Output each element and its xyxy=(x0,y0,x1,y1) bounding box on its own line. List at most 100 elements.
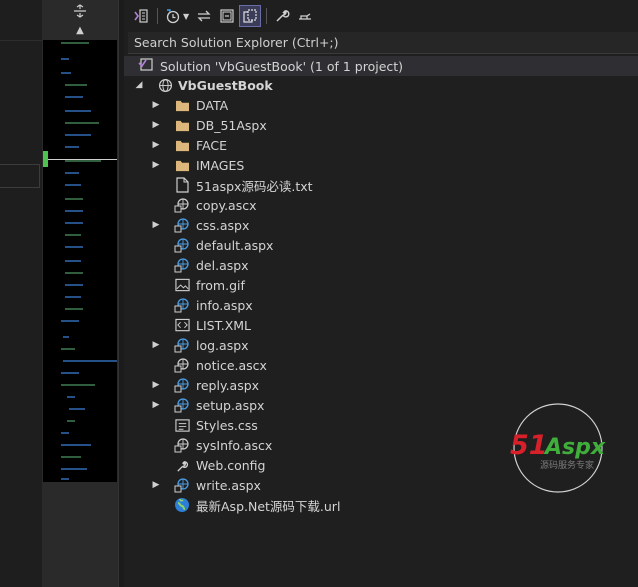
tree-item[interactable]: from.gif xyxy=(124,275,638,295)
history-clock-icon[interactable] xyxy=(162,5,184,27)
minimap-code-line xyxy=(69,408,85,410)
tree-item-label: write.aspx xyxy=(196,477,261,493)
minimap-code-line xyxy=(61,468,87,470)
code-editor-area[interactable] xyxy=(0,0,42,587)
solution-label: Solution 'VbGuestBook' (1 of 1 project) xyxy=(160,58,404,74)
solution-explorer-toolbar: ▼ xyxy=(124,0,638,32)
config-file-icon xyxy=(174,457,190,473)
minimap-code-line xyxy=(65,96,83,98)
solution-icon xyxy=(138,56,154,76)
minimap-code-line xyxy=(65,134,91,136)
tree-item-label: DATA xyxy=(196,97,229,113)
tree-item[interactable]: ▶ IMAGES xyxy=(124,155,638,175)
minimap-code-line xyxy=(65,184,81,186)
tree-item[interactable]: LIST.XML xyxy=(124,315,638,335)
project-node[interactable]: ◢ VbGuestBook xyxy=(124,75,638,95)
collapsed-chevron-icon[interactable]: ▶ xyxy=(151,135,161,155)
solution-node[interactable]: Solution 'VbGuestBook' (1 of 1 project) xyxy=(124,56,638,76)
minimap-code-line xyxy=(65,234,81,236)
minimap-code-line xyxy=(63,360,117,362)
expanded-chevron-icon[interactable]: ◢ xyxy=(134,75,144,95)
user-control-icon xyxy=(174,357,190,373)
search-box[interactable] xyxy=(128,32,638,54)
editor-field-outline xyxy=(0,164,40,188)
web-form-icon xyxy=(174,477,190,493)
tree-item[interactable]: 51aspx源码必读.txt xyxy=(124,175,638,195)
preview-pin-icon[interactable] xyxy=(294,5,316,27)
tree-item-label: Styles.css xyxy=(196,417,258,433)
folder-icon xyxy=(174,157,190,173)
minimap-code-line xyxy=(65,172,79,174)
tree-item-label: 51aspx源码必读.txt xyxy=(196,178,313,194)
svg-text:源码服务专家: 源码服务专家 xyxy=(540,459,594,471)
collapsed-chevron-icon[interactable]: ▶ xyxy=(151,475,161,495)
tree-item-label: LIST.XML xyxy=(196,317,252,333)
split-window-handle-icon[interactable] xyxy=(42,0,118,22)
tree-item[interactable]: del.aspx xyxy=(124,255,638,275)
collapsed-chevron-icon[interactable]: ▶ xyxy=(151,115,161,135)
tree-item-label: setup.aspx xyxy=(196,397,265,413)
collapsed-chevron-icon[interactable]: ▶ xyxy=(151,215,161,235)
tree-item-label: sysInfo.ascx xyxy=(196,437,273,453)
scroll-up-arrow-icon[interactable]: ▲ xyxy=(42,24,118,38)
collapsed-chevron-icon[interactable]: ▶ xyxy=(151,155,161,175)
folder-icon xyxy=(174,137,190,153)
tree-item-label: from.gif xyxy=(196,277,245,293)
minimap-code-line xyxy=(61,432,69,434)
collapsed-chevron-icon[interactable]: ▶ xyxy=(151,395,161,415)
minimap-code-line xyxy=(61,456,81,458)
show-all-files-icon[interactable] xyxy=(239,5,262,27)
properties-wrench-icon[interactable] xyxy=(271,5,293,27)
vs-switch-views-icon[interactable] xyxy=(130,5,152,27)
tree-item-label: css.aspx xyxy=(196,217,250,233)
minimap-code-line xyxy=(61,348,75,350)
minimap-code-line xyxy=(65,210,83,212)
web-form-icon xyxy=(174,297,190,313)
tree-item[interactable]: ▶ DB_51Aspx xyxy=(124,115,638,135)
minimap-code-line xyxy=(65,122,99,124)
minimap-code-line xyxy=(65,146,79,148)
tree-item-label: info.aspx xyxy=(196,297,253,313)
tree-item[interactable]: ▶ FACE xyxy=(124,135,638,155)
minimap-code-line xyxy=(65,110,91,112)
search-input[interactable] xyxy=(132,34,638,51)
tree-item[interactable]: default.aspx xyxy=(124,235,638,255)
url-link-icon xyxy=(174,497,190,513)
tree-item-label: Web.config xyxy=(196,457,266,473)
code-minimap[interactable] xyxy=(43,40,117,482)
tree-item[interactable]: ▶ DATA xyxy=(124,95,638,115)
minimap-code-line xyxy=(65,296,81,298)
minimap-code-line xyxy=(65,284,83,286)
minimap-code-line xyxy=(65,260,81,262)
minimap-code-line xyxy=(65,84,87,86)
minimap-code-line xyxy=(61,444,91,446)
tree-item-label: notice.ascx xyxy=(196,357,267,373)
tree-item[interactable]: copy.ascx xyxy=(124,195,638,215)
tree-item-label: del.aspx xyxy=(196,257,249,273)
collapsed-chevron-icon[interactable]: ▶ xyxy=(151,375,161,395)
collapsed-chevron-icon[interactable]: ▶ xyxy=(151,335,161,355)
tree-item[interactable]: 最新Asp.Net源码下载.url xyxy=(124,495,638,515)
minimap-code-line xyxy=(61,58,69,60)
collapsed-chevron-icon[interactable]: ▶ xyxy=(151,95,161,115)
solution-explorer-panel: ▼ Solution 'VbGuestBook' (1 of 1 project… xyxy=(124,0,638,587)
minimap-code-line xyxy=(65,246,83,248)
minimap-code-line xyxy=(65,308,83,310)
tree-item[interactable]: notice.ascx xyxy=(124,355,638,375)
web-form-icon xyxy=(174,217,190,233)
51aspx-watermark-logo: 51 Aspx 源码服务专家 xyxy=(510,402,636,494)
minimap-code-line xyxy=(67,420,75,422)
image-file-icon xyxy=(174,277,190,293)
tree-item-label: FACE xyxy=(196,137,227,153)
tree-item[interactable]: ▶ reply.aspx xyxy=(124,375,638,395)
sync-arrows-icon[interactable] xyxy=(193,5,215,27)
editor-minimap-scrollbar[interactable]: ▲ xyxy=(42,0,118,587)
tree-item[interactable]: ▶ css.aspx xyxy=(124,215,638,235)
web-form-icon xyxy=(174,337,190,353)
tree-item-label: reply.aspx xyxy=(196,377,260,393)
collapse-all-icon[interactable] xyxy=(216,5,238,27)
tree-item[interactable]: ▶ log.aspx xyxy=(124,335,638,355)
user-control-icon xyxy=(174,197,190,213)
tree-item[interactable]: info.aspx xyxy=(124,295,638,315)
minimap-code-line xyxy=(61,320,79,322)
